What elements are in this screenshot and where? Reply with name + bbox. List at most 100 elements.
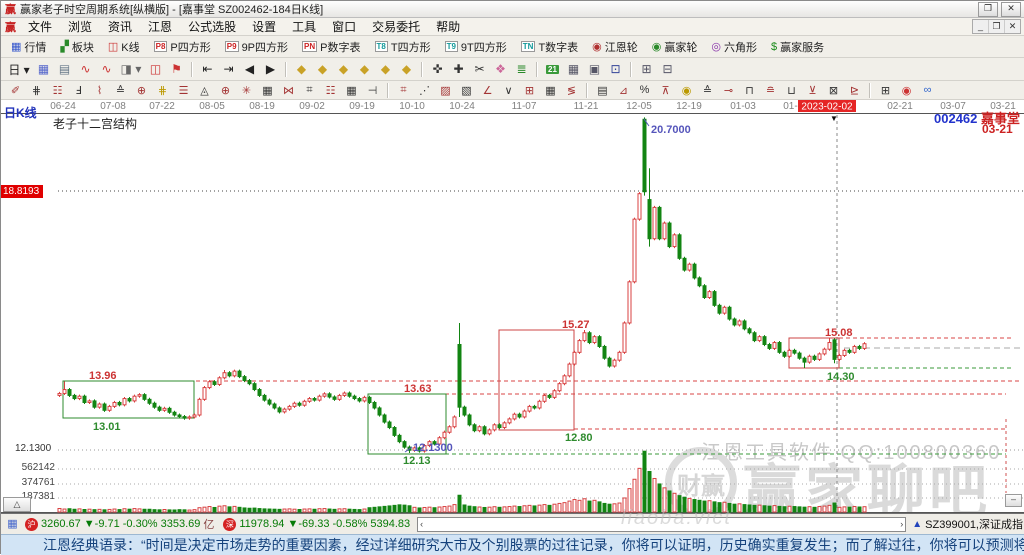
t-number-table-button[interactable]: TNT数字表 [517, 38, 582, 56]
notes-button[interactable]: ▣ [585, 61, 604, 78]
tri-right-tool[interactable]: ⊵ [845, 83, 864, 98]
list-button[interactable]: ▤ [55, 61, 74, 78]
wave-tool-2[interactable]: ∿ [97, 61, 116, 78]
menu-formula-stock-pick[interactable]: 公式选股 [180, 19, 244, 35]
menu-trade-order[interactable]: 交易委托 [364, 19, 428, 35]
hash-tool[interactable]: ⋕ [153, 83, 172, 98]
window-grid-button[interactable]: ▦ [34, 61, 53, 78]
remote-2-button[interactable]: ⊟ [658, 61, 677, 78]
bands-tool[interactable]: ☷ [48, 83, 67, 98]
winner-wheel-button[interactable]: ◉赢家轮 [648, 38, 702, 56]
xor-tool[interactable]: ⊻ [803, 83, 822, 98]
nand-tool[interactable]: ⊼ [656, 83, 675, 98]
close-button[interactable]: ✕ [1001, 2, 1021, 17]
shanghai-index-icon[interactable]: 沪 [25, 518, 38, 531]
pen-tool[interactable]: ✐ [6, 83, 25, 98]
restore-button[interactable]: ❐ [978, 2, 998, 17]
hexagon-button[interactable]: ◎六角形 [707, 38, 761, 56]
sectors-button[interactable]: ▞板块 [56, 38, 97, 56]
mdi-close-button[interactable]: ✕ [1004, 20, 1020, 33]
vee-tool[interactable]: ∨ [499, 83, 518, 98]
crosshair-tool[interactable]: ✚ [449, 61, 468, 78]
diamond-tool-6[interactable]: ◆ [397, 61, 416, 78]
gold-circle-tool[interactable]: ◉ [677, 83, 696, 98]
diamond-tool-2[interactable]: ◆ [313, 61, 332, 78]
corresponds-tool[interactable]: ≘ [761, 83, 780, 98]
volume-pane-expander-button[interactable]: △ [3, 497, 31, 512]
scroll-right-arrow[interactable]: › [900, 519, 903, 529]
kline-button[interactable]: ◫K线 [104, 38, 144, 56]
diamond-tool-1[interactable]: ◆ [292, 61, 311, 78]
nine-t-square-button[interactable]: T99T四方形 [441, 38, 511, 56]
bars-tool[interactable]: ☷ [321, 83, 340, 98]
menu-gann[interactable]: 江恩 [140, 19, 180, 35]
menu-window[interactable]: 窗口 [324, 19, 364, 35]
gann-box-tool[interactable]: ⌗ [394, 83, 413, 98]
next-bar-button[interactable]: ▶ [261, 61, 280, 78]
mesh-tool[interactable]: ▦ [541, 83, 560, 98]
calculator-button[interactable]: ▦ [564, 61, 583, 78]
percent-tool[interactable]: % [635, 83, 654, 98]
kline-box-tool[interactable]: ◫ [146, 61, 165, 78]
diamond-tool-3[interactable]: ◆ [334, 61, 353, 78]
kline-chart-area[interactable]: 江恩工具软件 QQ:100800360 财赢 赢家聊吧 06-2407-0807… [1, 100, 1024, 513]
wave-tool-1[interactable]: ∿ [76, 61, 95, 78]
nine-p-square-button[interactable]: P99P四方形 [221, 38, 292, 56]
square-grid-tool[interactable]: ⊞ [520, 83, 539, 98]
last-bar-button[interactable]: ⇥ [219, 61, 238, 78]
ratio-tool[interactable]: ▤ [593, 83, 612, 98]
cap-tool[interactable]: ⊓ [740, 83, 759, 98]
shade-tool-1[interactable]: ▨ [436, 83, 455, 98]
diamond-tool-4[interactable]: ◆ [355, 61, 374, 78]
collapse-button[interactable]: – [1005, 494, 1022, 507]
menu-tools[interactable]: 工具 [284, 19, 324, 35]
save-button[interactable]: ⊡ [606, 61, 625, 78]
scissors-tool[interactable]: ✂ [470, 61, 489, 78]
t-square-button[interactable]: T8T四方形 [371, 38, 435, 56]
scroll-left-arrow[interactable]: ‹ [420, 519, 423, 529]
style-dropdown[interactable]: ◨ ▾ [118, 61, 144, 78]
gann-grid-tool[interactable]: ⋕ [27, 83, 46, 98]
magic-tool[interactable]: ❖ [491, 61, 510, 78]
estimate-tool[interactable]: ≙ [698, 83, 717, 98]
lollipop-tool[interactable]: ⊸ [719, 83, 738, 98]
circle-cross-tool[interactable]: ⊕ [132, 83, 151, 98]
flip-tool[interactable]: Ⅎ [69, 83, 88, 98]
shenzhen-index-icon[interactable]: 深 [223, 518, 236, 531]
calendar-button[interactable]: 21 [543, 61, 562, 78]
lines-tool[interactable]: ≣ [512, 61, 531, 78]
flag-tool[interactable]: ⚑ [167, 61, 186, 78]
hand-tool[interactable]: ✜ [428, 61, 447, 78]
angle-tool-1[interactable]: ≙ [111, 83, 130, 98]
keyboard-wizard-icon[interactable]: ▦ [5, 518, 20, 530]
infinity-button[interactable]: ∞ [918, 83, 937, 98]
prev-bar-button[interactable]: ◀ [240, 61, 259, 78]
matrix-button[interactable]: ⊞ [876, 83, 895, 98]
mdi-minimize-button[interactable]: _ [973, 20, 988, 33]
first-bar-button[interactable]: ⇤ [198, 61, 217, 78]
mdi-restore-button[interactable]: ❐ [988, 20, 1004, 33]
tri-lines-tool[interactable]: ☰ [174, 83, 193, 98]
quotes-button[interactable]: ▦行情 [7, 38, 50, 56]
lattice-tool[interactable]: ⌗ [300, 83, 319, 98]
diamond-tool-5[interactable]: ◆ [376, 61, 395, 78]
target-tool[interactable]: ⊕ [216, 83, 235, 98]
taiji-button[interactable]: ◉ [897, 83, 916, 98]
wedge-tool[interactable]: ⊿ [614, 83, 633, 98]
remote-1-button[interactable]: ⊞ [637, 61, 656, 78]
candlestick-plot[interactable]: 06-2407-0807-2208-0508-1909-0209-1910-10… [1, 100, 1024, 513]
menu-settings[interactable]: 设置 [244, 19, 284, 35]
triangle-tool[interactable]: ◬ [195, 83, 214, 98]
menu-help[interactable]: 帮助 [428, 19, 468, 35]
gann-wheel-button[interactable]: ◉江恩轮 [588, 38, 642, 56]
grid-tool[interactable]: ▦ [258, 83, 277, 98]
menu-file[interactable]: 文件 [20, 19, 60, 35]
p-square-button[interactable]: P8P四方形 [150, 38, 215, 56]
boxed-x-tool[interactable]: ⊠ [824, 83, 843, 98]
period-dropdown[interactable]: 日 ▾ [6, 61, 32, 78]
tick-tool[interactable]: ⊣ [363, 83, 382, 98]
angle-tool-2[interactable]: ∠ [478, 83, 497, 98]
statusbar-symbol-panel[interactable]: ▲ SZ399001,深证成指 [912, 516, 1023, 532]
winner-service-button[interactable]: $赢家服务 [767, 38, 828, 56]
bowtie-tool[interactable]: ⋈ [279, 83, 298, 98]
